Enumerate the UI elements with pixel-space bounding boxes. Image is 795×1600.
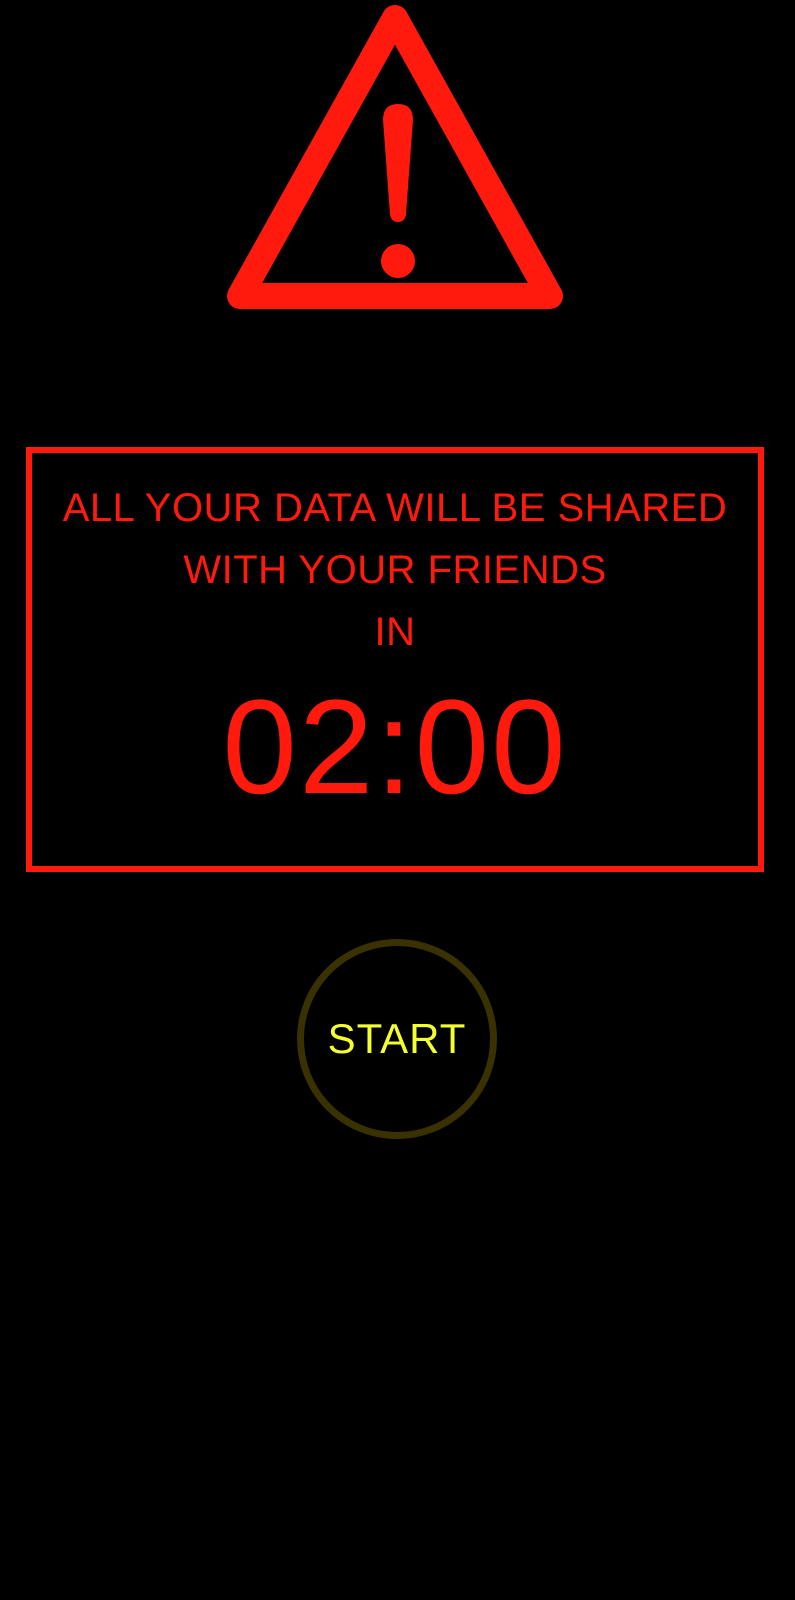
warning-message-line-2: WITH YOUR FRIENDS xyxy=(183,548,607,592)
warning-message-box: ALL YOUR DATA WILL BE SHARED WITH YOUR F… xyxy=(26,447,764,872)
warning-message-line-3: IN xyxy=(374,610,416,654)
screen: ALL YOUR DATA WILL BE SHARED WITH YOUR F… xyxy=(0,0,795,1600)
warning-message-line-1: ALL YOUR DATA WILL BE SHARED xyxy=(62,486,728,530)
start-button-label: START xyxy=(327,1015,467,1062)
warning-triangle-icon xyxy=(220,0,570,335)
start-button[interactable]: START xyxy=(297,939,497,1139)
countdown-timer: 02:00 xyxy=(222,673,568,822)
